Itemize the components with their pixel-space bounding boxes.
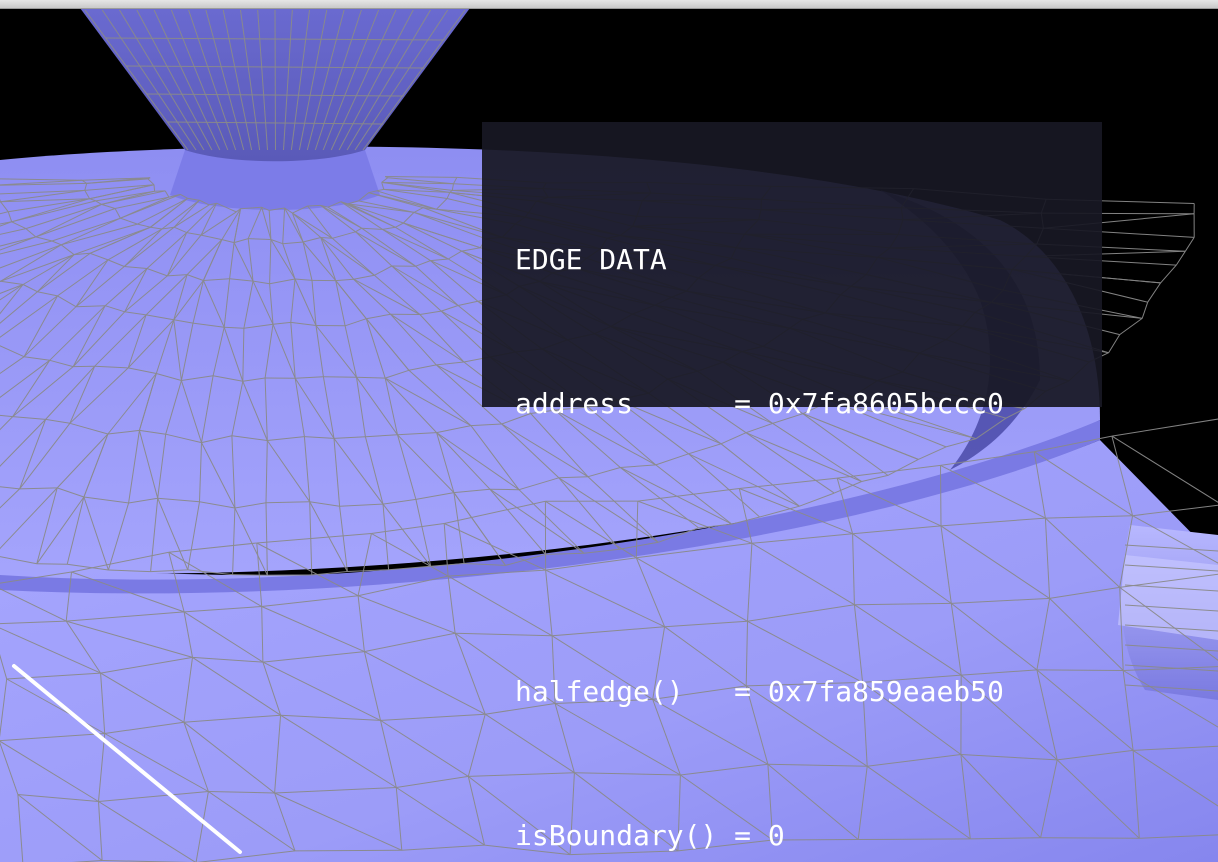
mesh-edge [274,9,276,151]
mesh-edge [1184,237,1195,252]
mesh-edge [232,574,268,576]
mesh-edge [1119,317,1143,336]
edge-data-heading: EDGE DATA [515,243,667,276]
halfedge-label: halfedge() [515,675,735,708]
edge-data-row-halfedge: halfedge() = 0x7fa859eaeb50 [515,668,1102,716]
mesh-edge [1111,418,1218,437]
address-value: = 0x7fa8605bccc0 [734,387,1004,420]
edge-data-row-spacer [515,524,1102,572]
mesh-edge [1175,251,1186,266]
mesh-edge [1141,302,1149,319]
mesh-edge [1108,334,1121,353]
mesh-edge [307,204,321,207]
mesh-edge [323,376,357,378]
window-top-edge [0,0,1218,9]
3d-viewport[interactable]: EDGE DATA address = 0x7fa8605bccc0 halfe… [0,0,1218,862]
mesh-edge [294,849,402,852]
mesh-edge [153,184,156,192]
edge-data-row-address: address = 0x7fa8605bccc0 [515,380,1102,428]
address-label: address [515,387,735,420]
mesh-edge [36,563,68,565]
mesh-edge [1147,282,1162,303]
isboundary-value: = 0 [734,819,785,852]
halfedge-value: = 0x7fa859eaeb50 [734,675,1004,708]
edge-data-row-isboundary: isBoundary() = 0 [515,812,1102,860]
isboundary-label: isBoundary() [515,819,735,852]
edge-data-panel: EDGE DATA address = 0x7fa8605bccc0 halfe… [482,122,1102,852]
mesh-edge [1160,264,1177,284]
